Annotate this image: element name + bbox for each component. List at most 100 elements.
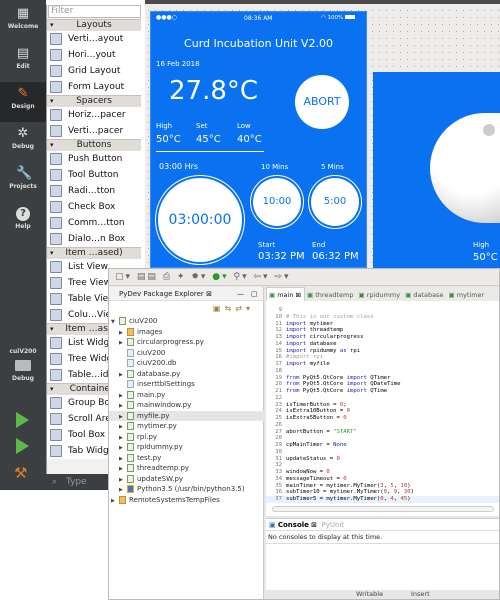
mode-edit[interactable]: ▤ Edit [0,42,46,82]
horizontal-scrollbar[interactable] [272,506,494,512]
tree-item[interactable]: ▶ myfile.py [109,410,264,421]
close-icon[interactable]: ⊠ [311,521,317,529]
tree-item[interactable]: ▶ rpidummy.py [109,442,264,453]
set-value: 45°C [196,134,221,145]
python-icon[interactable]: ✦ [177,272,187,282]
editor-tab[interactable]: ▣ mytimer [446,288,487,301]
tree-item[interactable]: ciuV200 [109,348,264,359]
mode-help[interactable]: ? Help [0,202,46,242]
run-icon[interactable]: ●▾ [212,272,228,282]
mode-label: Projects [9,183,37,190]
code-line: 25 isExtra5Button = 0 [266,415,499,422]
tree-item[interactable]: ciuV200.db [109,358,264,369]
debug-run-button[interactable] [16,438,29,454]
form-phone-preview[interactable]: ●●●○ 08:36 AM ◠ 100% Curd Incubation Uni… [150,11,367,268]
view-menu-icon[interactable]: ▾ [246,304,254,313]
tree-item[interactable]: ▶ circularprogress.py [109,337,264,348]
battery-icon [345,15,356,19]
widget-item[interactable]: Comm…tton [47,215,141,231]
tree-item[interactable]: ▶ images [109,327,264,338]
minimize-icon[interactable]: — [237,287,244,301]
print-icon[interactable]: ⎙ [163,272,172,282]
code-token: 0 [343,475,347,482]
close-icon[interactable]: ⊠ [293,291,301,299]
tree-item[interactable]: ▶ main.py [109,390,264,401]
run-button[interactable] [16,412,29,428]
tree-item[interactable]: ▶ mytimer.py [109,421,264,432]
save-all-icon[interactable]: ▤ [147,272,158,282]
code-line: 15 import rpidummy as rpi [266,348,499,355]
widget-category[interactable]: Item …ased) [47,247,141,259]
widget-item[interactable]: Grid Layout [47,63,141,79]
timer10-button[interactable]: 10:00 [253,178,301,226]
widget-category[interactable]: Buttons [47,139,141,151]
widget-icon [50,412,62,425]
build-hammer-icon[interactable]: ⚒ [14,464,27,482]
editor-tab[interactable]: ▣ database [403,288,446,301]
back-icon[interactable]: ⇦▾ [253,272,269,282]
timer5-button[interactable]: 5:00 [311,178,359,226]
mode-projects[interactable]: 🔧 Projects [0,162,46,202]
tree-item[interactable]: ▶ Python3.5 (/usr/bin/python3.5) [109,484,264,495]
widget-item[interactable]: Verti…pacer [47,123,141,139]
mode-welcome[interactable]: ▦ Welcome [0,2,46,42]
widget-category[interactable]: Spacers [47,95,141,107]
console-tab[interactable]: Console [278,521,309,529]
widget-item[interactable]: Horiz…pacer [47,107,141,123]
widget-item[interactable]: Radi…tton [47,183,141,199]
mode-design[interactable]: ✎ Design [0,82,46,122]
py-file-icon [127,369,134,378]
line-number: 22 [275,394,282,401]
widget-item[interactable]: Push Button [47,151,141,167]
widget-label: List View [68,262,108,272]
py-file-icon: ▣ [358,291,367,299]
widget-item[interactable]: Hori…yout [47,47,141,63]
search-icon[interactable]: ⚲▾ [234,272,249,282]
collapse-all-icon[interactable]: ▣ [213,304,225,313]
tree-item[interactable]: ▶ updateSW.py [109,474,264,485]
editor-tab[interactable]: ▣ main ⊠ [266,287,305,301]
pyunit-tab[interactable]: PyUnit [321,521,344,529]
kit-selector[interactable]: cuiV200 Debug [0,348,46,382]
widget-category[interactable]: Layouts [47,19,141,31]
code-token: rpidummy [306,347,340,354]
sync-icon[interactable]: ⇄ [235,304,246,313]
widget-search[interactable]: ⌕ Type [46,474,108,490]
package-explorer-tab[interactable]: PyDev Package Explorer ⊠ — ▢ [109,287,263,301]
editor-tab[interactable]: ▣ threadtemp [305,288,357,301]
forward-icon[interactable]: ⇨▾ [274,272,290,282]
abort-button[interactable]: ABORT [295,75,349,129]
search-icon: ⌕ [52,477,58,487]
maximize-icon[interactable]: ▢ [251,287,258,301]
code-editor[interactable]: ▣ main ⊠ ▣ threadtemp ▣ rpidummy ▣ database… [266,287,499,516]
tree-item[interactable]: ▶ rpi.py [109,432,264,443]
tree-item[interactable]: ▶ database.py [109,369,264,380]
code-area[interactable]: 9 10 # This is our custom class 11 import my… [266,307,499,503]
editor-tab[interactable]: ▣ rpidummy [357,288,404,301]
tree-project[interactable]: ▶ RemoteSystemsTempFiles [109,495,264,506]
python-icon [127,485,134,493]
widget-item[interactable]: Dialo…n Box [47,231,141,247]
widget-item[interactable]: Tool Button [47,167,141,183]
divider [156,151,264,152]
mode-debug[interactable]: ✲ Debug [0,122,46,162]
tree-item[interactable]: inserttblSettings [109,379,264,390]
tree-project[interactable]: ▼ ciuV200 [109,316,264,327]
close-icon[interactable]: ⊠ [206,290,212,298]
link-icon[interactable]: ⇆ [225,304,236,313]
widget-item[interactable]: Check Box [47,199,141,215]
widget-item[interactable]: Form Layout [47,79,141,95]
tree-item[interactable]: ▶ mainwindow.py [109,400,264,411]
widget-item[interactable]: Verti…ayout [47,31,141,47]
tree-item[interactable]: ▶ threadtemp.py [109,463,264,474]
main-timer-display[interactable]: 03:00:00 [158,178,242,262]
code-token: isExtra5Button = [286,415,344,421]
save-icon[interactable]: ▤ [137,272,148,282]
form-secondary-preview[interactable]: High 50°C [373,72,500,268]
expand-arrow-icon[interactable]: ▶ [111,496,119,507]
debug-icon[interactable]: ✹▾ [191,272,207,282]
tab-label: main [277,291,294,299]
tree-item[interactable]: ▶ test.py [109,453,264,464]
filter-input[interactable]: Filter [48,5,141,18]
new-icon[interactable]: ▢▾ [115,272,132,282]
